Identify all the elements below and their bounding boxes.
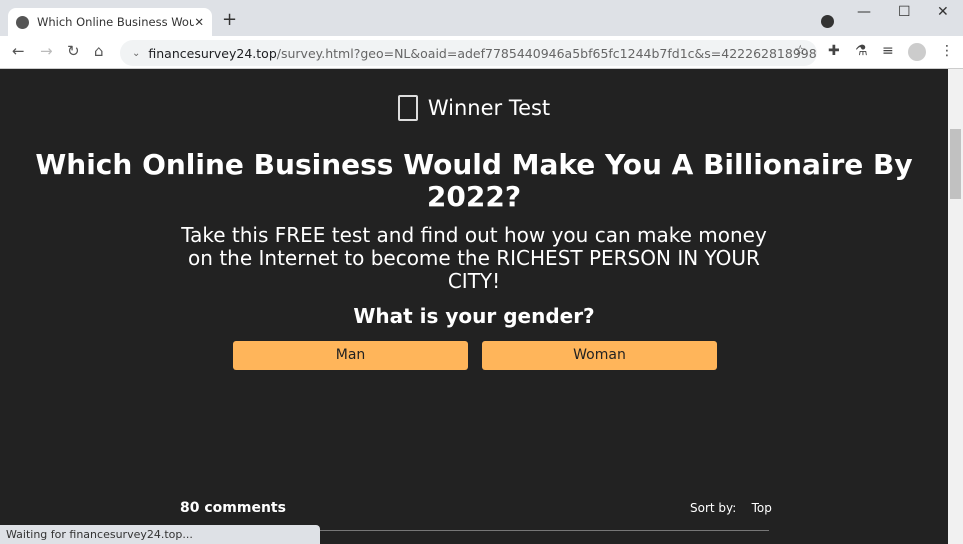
url-host: financesurvey24.top <box>148 45 277 61</box>
option-man-button[interactable]: Man <box>233 341 468 370</box>
tab-bar: Which Online Business Would Make You A B… <box>0 0 963 36</box>
scrollbar[interactable] <box>948 69 963 544</box>
globe-icon <box>16 15 29 29</box>
menu-icon[interactable]: ⋮ <box>940 43 954 59</box>
extensions-icon[interactable]: ✚ <box>828 43 840 59</box>
checklist-icon <box>397 95 418 121</box>
scrollbar-thumb[interactable] <box>950 129 961 199</box>
page-title: Which Online Business Would Make You A B… <box>35 148 913 213</box>
browser-tab[interactable]: Which Online Business Would Make You A B… <box>8 8 212 36</box>
page-content: Winner Test Which Online Business Would … <box>0 69 948 544</box>
maximize-button[interactable]: ☐ <box>898 4 911 20</box>
subtitle: Take this FREE test and find out how you… <box>181 223 767 293</box>
new-tab-button[interactable]: + <box>222 9 237 30</box>
close-tab-icon[interactable]: ✕ <box>194 15 204 29</box>
minimize-button[interactable]: — <box>857 4 871 20</box>
status-bar: Waiting for financesurvey24.top... <box>0 525 320 544</box>
sort-label: Sort by: <box>690 501 737 515</box>
close-window-button[interactable]: ✕ <box>937 4 949 20</box>
media-queue-icon[interactable]: ≡ <box>882 43 894 59</box>
forward-button[interactable]: → <box>40 42 53 60</box>
bookmark-star-icon[interactable]: ☆ <box>794 43 807 59</box>
brand-name: Winner Test <box>427 96 551 120</box>
address-bar[interactable]: ⌄ financesurvey24.top/survey.html?geo=NL… <box>120 40 817 66</box>
tab-search-icon[interactable] <box>821 15 834 28</box>
toolbar: ← → ↻ ⌂ ⌄ financesurvey24.top/survey.htm… <box>0 36 963 69</box>
sort-value[interactable]: Top <box>752 501 772 515</box>
comments-count: 80 comments <box>180 500 286 516</box>
labs-flask-icon[interactable]: ⚗ <box>855 43 868 59</box>
brand: Winner Test <box>0 95 948 121</box>
sort-control[interactable]: Sort by: Top <box>690 501 772 515</box>
home-button[interactable]: ⌂ <box>94 42 104 60</box>
url-path: /survey.html?geo=NL&oaid=adef7785440946a… <box>276 45 817 61</box>
reload-button[interactable]: ↻ <box>67 42 80 60</box>
tab-title: Which Online Business Would Make You A B… <box>37 15 195 29</box>
profile-avatar-icon[interactable] <box>908 43 926 61</box>
chevron-down-icon: ⌄ <box>132 47 141 59</box>
back-button[interactable]: ← <box>12 42 25 60</box>
question: What is your gender? <box>353 304 595 328</box>
option-woman-button[interactable]: Woman <box>482 341 717 370</box>
